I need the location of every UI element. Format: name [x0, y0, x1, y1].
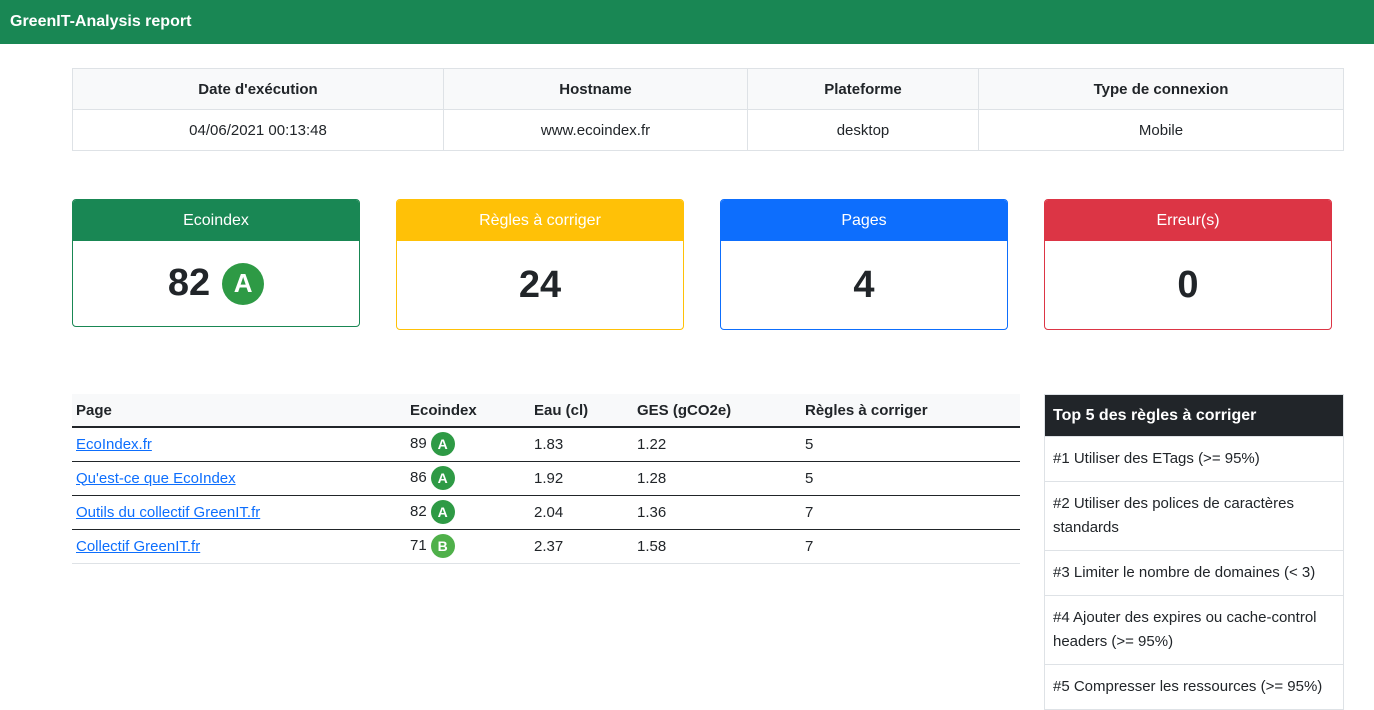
top5-rules-panel: Top 5 des règles à corriger #1 Utiliser … [1044, 394, 1344, 710]
hostname-value: www.ecoindex.fr [443, 109, 748, 151]
regles-cell: 5 [801, 461, 1020, 496]
page-link[interactable]: Qu'est-ce que EcoIndex [76, 470, 236, 487]
execution-info-table: Date d'exécution Hostname Plateforme Typ… [72, 68, 1344, 151]
page-link[interactable]: Collectif GreenIT.fr [76, 538, 200, 555]
ecoindex-card-header: Ecoindex [73, 200, 359, 241]
eau-cell: 1.92 [530, 461, 633, 496]
header-connection-type: Type de connexion [978, 68, 1344, 110]
ges-cell: 1.22 [633, 427, 801, 462]
platform-value: desktop [747, 109, 979, 151]
errors-card-body: 0 [1045, 241, 1331, 329]
table-row: Collectif GreenIT.fr 71 B 2.37 1.58 7 [72, 529, 1020, 564]
header-date: Date d'exécution [72, 68, 444, 110]
ecoindex-cell: 89 A [406, 427, 530, 462]
regles-cell: 5 [801, 427, 1020, 462]
ecoindex-score: 71 [410, 536, 427, 554]
page-cell: Outils du collectif GreenIT.fr [72, 495, 406, 530]
grade-badge: A [430, 466, 455, 490]
column-eau: Eau (cl) [530, 394, 633, 428]
errors-card: Erreur(s) 0 [1044, 199, 1332, 330]
table-row: EcoIndex.fr 89 A 1.83 1.22 5 [72, 427, 1020, 462]
ecoindex-card-body: 82 A [73, 241, 359, 326]
header-hostname: Hostname [443, 68, 748, 110]
ecoindex-score: 82 [410, 502, 427, 520]
eau-cell: 1.83 [530, 427, 633, 462]
top5-rule-item: #1 Utiliser des ETags (>= 95%) [1045, 436, 1343, 481]
ecoindex-score: 89 [410, 435, 427, 453]
rules-card-header: Règles à corriger [397, 200, 683, 241]
page-link[interactable]: EcoIndex.fr [76, 436, 152, 453]
errors-value: 0 [1177, 263, 1199, 306]
ecoindex-cell: 86 A [406, 461, 530, 496]
pages-value: 4 [853, 263, 875, 306]
table-row: Qu'est-ce que EcoIndex 86 A 1.92 1.28 5 [72, 461, 1020, 496]
grade-badge: A [430, 500, 455, 524]
ecoindex-value: 82 [167, 262, 211, 304]
column-page: Page [72, 394, 406, 428]
ecoindex-card: Ecoindex 82 A [72, 199, 360, 327]
regles-cell: 7 [801, 529, 1020, 564]
rules-card: Règles à corriger 24 [396, 199, 684, 330]
grade-badge: A [430, 432, 455, 457]
column-regles: Règles à corriger [801, 394, 1020, 428]
navbar-title[interactable]: GreenIT-Analysis report [10, 13, 191, 31]
page-cell: EcoIndex.fr [72, 427, 406, 462]
pages-card-header: Pages [721, 200, 1007, 241]
column-ecoindex: Ecoindex [406, 394, 530, 428]
ecoindex-cell: 82 A [406, 495, 530, 530]
eau-cell: 2.37 [530, 529, 633, 564]
ecoindex-grade-badge: A [222, 262, 265, 305]
ges-cell: 1.36 [633, 495, 801, 530]
top5-rule-item: #2 Utiliser des polices de caractères st… [1045, 481, 1343, 550]
pages-card: Pages 4 [720, 199, 1008, 330]
summary-cards: Ecoindex 82 A Règles à corriger 24 Pages… [72, 199, 1344, 330]
top5-rule-item: #5 Compresser les ressources (>= 95%) [1045, 664, 1343, 709]
page-cell: Collectif GreenIT.fr [72, 529, 406, 564]
ges-cell: 1.58 [633, 529, 801, 564]
rules-value: 24 [518, 263, 562, 306]
grade-badge: B [430, 534, 455, 558]
rules-card-body: 24 [397, 241, 683, 329]
header-platform: Plateforme [747, 68, 979, 110]
pages-card-body: 4 [721, 241, 1007, 329]
top5-rule-item: #4 Ajouter des expires ou cache-control … [1045, 595, 1343, 664]
pages-table: Page Ecoindex Eau (cl) GES (gCO2e) Règle… [72, 394, 1020, 564]
ecoindex-score: 86 [410, 468, 427, 486]
connection-type-value: Mobile [978, 109, 1344, 151]
table-row: Outils du collectif GreenIT.fr 82 A 2.04 … [72, 495, 1020, 530]
ecoindex-cell: 71 B [406, 529, 530, 564]
top5-rule-item: #3 Limiter le nombre de domaines (< 3) [1045, 550, 1343, 595]
execution-date: 04/06/2021 00:13:48 [72, 109, 444, 151]
navbar: GreenIT-Analysis report [0, 0, 1374, 44]
errors-card-header: Erreur(s) [1045, 200, 1331, 241]
column-ges: GES (gCO2e) [633, 394, 801, 428]
ges-cell: 1.28 [633, 461, 801, 496]
top5-title: Top 5 des règles à corriger [1045, 395, 1343, 436]
eau-cell: 2.04 [530, 495, 633, 530]
regles-cell: 7 [801, 495, 1020, 530]
page-cell: Qu'est-ce que EcoIndex [72, 461, 406, 496]
page-link[interactable]: Outils du collectif GreenIT.fr [76, 504, 260, 521]
